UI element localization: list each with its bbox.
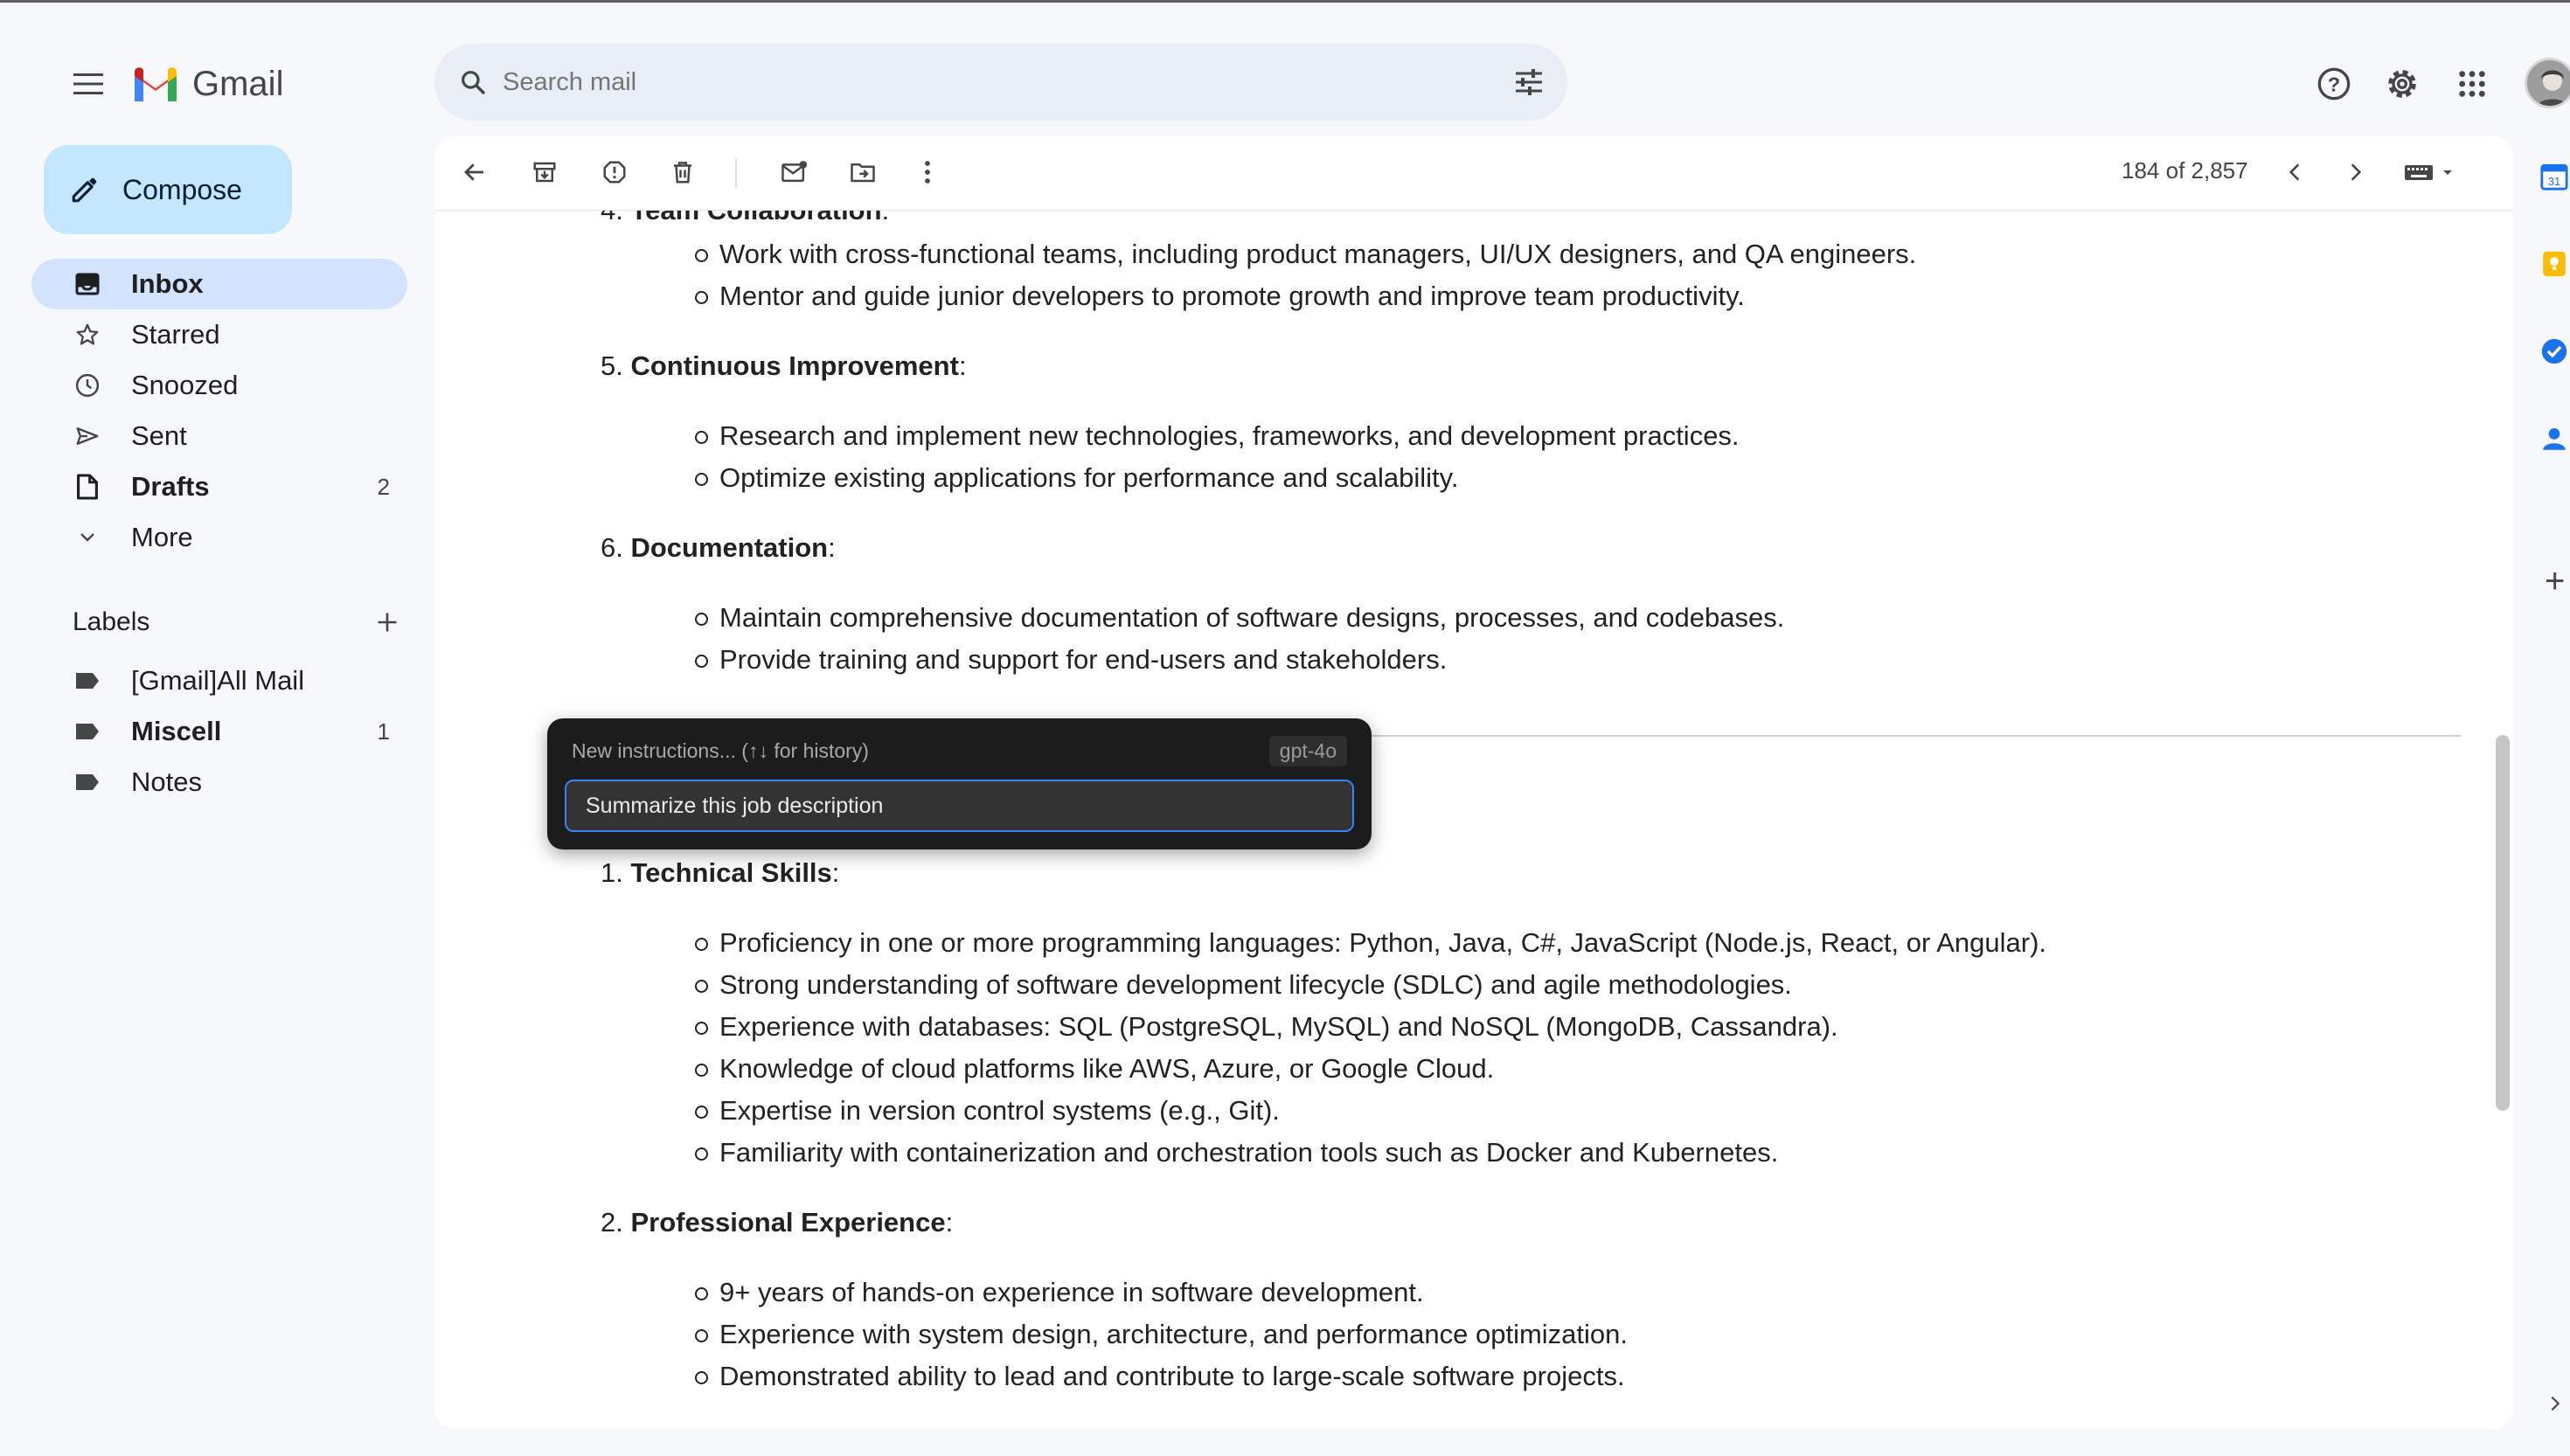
svg-text:?: ? <box>2328 73 2340 95</box>
window-top-border <box>0 0 2570 3</box>
compose-label: Compose <box>122 173 242 205</box>
sidebar-item-label: Snoozed <box>131 370 239 400</box>
move-to-folder-icon[interactable] <box>842 151 884 193</box>
list-item: Familiarity with containerization and or… <box>694 1137 1779 1168</box>
list-item: 9+ years of hands-on experience in softw… <box>695 1277 1424 1307</box>
older-chevron-right-icon[interactable] <box>2335 151 2377 193</box>
instruction-hint: New instructions... (↑↓ for history) <box>572 739 869 762</box>
section-heading: 4. Team Collaboration: <box>601 211 889 226</box>
list-item: Optimize existing applications for perfo… <box>694 462 1459 493</box>
get-addons-plus-icon[interactable]: + <box>2545 562 2565 601</box>
message-toolbar: 184 of 2,857 <box>434 135 2513 211</box>
archive-icon[interactable] <box>524 151 566 193</box>
help-icon[interactable]: ? <box>2313 63 2355 105</box>
labels-header: Labels <box>73 603 405 641</box>
inbox-icon <box>73 270 101 298</box>
hamburger-icon <box>73 73 103 94</box>
compose-button[interactable]: Compose <box>44 145 292 234</box>
label-tag-icon <box>73 667 101 695</box>
sidebar-item-label: Sent <box>131 420 187 451</box>
list-item: Demonstrated ability to lead and contrib… <box>695 1361 1625 1391</box>
tasks-icon[interactable] <box>2539 336 2569 366</box>
label-tag-icon <box>73 718 101 745</box>
add-label-icon[interactable] <box>370 605 405 640</box>
newer-chevron-left-icon[interactable] <box>2274 151 2316 193</box>
sidebar-item-more[interactable]: More <box>31 512 407 563</box>
sidebar-item-label: Inbox <box>131 268 204 299</box>
sidebar-item-starred[interactable]: Starred <box>31 309 407 360</box>
gmail-m-icon <box>135 67 177 101</box>
clock-icon <box>73 371 101 399</box>
settings-gear-icon[interactable] <box>2381 63 2423 105</box>
list-item: Proficiency in one or more programming l… <box>694 927 2047 958</box>
star-icon <box>73 321 101 349</box>
sidebar-item-label: Drafts <box>131 471 210 502</box>
ai-instruction-popup: New instructions... (↑↓ for history) gpt… <box>547 718 1372 849</box>
list-item: Knowledge of cloud platforms like AWS, A… <box>694 1053 1495 1084</box>
input-tools-keyboard-icon[interactable] <box>2396 151 2466 193</box>
pagination-count: 184 of 2,857 <box>2122 157 2248 184</box>
show-side-panel-chevron-icon[interactable] <box>2548 1394 2562 1418</box>
side-panel: 31 + <box>2513 135 2570 1456</box>
list-item: Work with cross-functional teams, includ… <box>694 239 1917 269</box>
sidebar-item-snoozed[interactable]: Snoozed <box>31 360 407 411</box>
sidebar-nav: Inbox Starred Snoozed Sent Drafts 2 More <box>31 259 407 563</box>
message-scrollbar[interactable] <box>2496 211 2513 1429</box>
delete-trash-icon[interactable] <box>662 151 704 193</box>
search-input[interactable] <box>503 44 1464 121</box>
report-spam-icon[interactable] <box>594 151 636 193</box>
sidebar-item-inbox[interactable]: Inbox <box>31 259 407 309</box>
search-bar[interactable] <box>434 44 1567 121</box>
drafts-count: 2 <box>377 473 390 500</box>
search-options-icon[interactable] <box>1510 63 1548 101</box>
list-item: Strong understanding of software develop… <box>695 969 1792 1000</box>
toolbar-divider <box>735 158 737 188</box>
list-item: Provide training and support for end-use… <box>694 644 1448 675</box>
label-item-notes[interactable]: Notes <box>31 757 407 808</box>
sidebar-item-sent[interactable]: Sent <box>31 411 407 461</box>
list-item: Expertise in version control systems (e.… <box>695 1095 1280 1126</box>
list-item: Experience with databases: SQL (PostgreS… <box>695 1011 1838 1042</box>
draft-icon <box>73 473 101 501</box>
more-options-icon[interactable] <box>906 151 948 193</box>
instruction-input[interactable]: Summarize this job description <box>565 780 1354 832</box>
list-item: Maintain comprehensive documentation of … <box>694 602 1785 633</box>
section-heading: 5. Continuous Improvement: <box>601 350 967 381</box>
labels-list: [Gmail]All Mail Miscell 1 Notes <box>31 655 407 808</box>
list-item: Mentor and guide junior developers to pr… <box>695 281 1745 311</box>
list-item: Experience with system design, architect… <box>695 1319 1628 1349</box>
apps-grid-icon[interactable] <box>2451 63 2493 105</box>
labels-title: Labels <box>73 607 150 636</box>
chevron-down-icon <box>73 523 101 551</box>
gmail-logo[interactable]: Gmail <box>131 61 283 107</box>
section-heading: 1. Technical Skills: <box>601 857 840 888</box>
section-heading: 2. Professional Experience: <box>601 1207 954 1238</box>
app-name: Gmail <box>192 64 284 103</box>
sidebar-item-label: More <box>131 522 193 552</box>
search-icon[interactable] <box>454 63 492 101</box>
keep-notes-icon[interactable] <box>2539 249 2569 279</box>
section-heading: 6. Documentation: <box>601 532 836 563</box>
main-menu-button[interactable] <box>66 61 111 107</box>
label-item-miscell[interactable]: Miscell 1 <box>31 706 407 757</box>
send-icon <box>73 422 101 450</box>
label-name: Miscell <box>131 716 222 746</box>
sidebar-item-drafts[interactable]: Drafts 2 <box>31 461 407 512</box>
model-badge[interactable]: gpt-4o <box>1268 736 1347 766</box>
list-item: Research and implement new technologies,… <box>695 420 1740 451</box>
svg-text:31: 31 <box>2548 175 2560 188</box>
label-tag-icon <box>73 768 101 796</box>
sidebar-item-label: Starred <box>131 319 220 350</box>
label-count: 1 <box>377 718 390 745</box>
scrollbar-thumb[interactable] <box>2496 735 2510 1111</box>
label-item-all-mail[interactable]: [Gmail]All Mail <box>31 655 407 706</box>
label-name: Notes <box>131 766 202 797</box>
mark-unread-icon[interactable] <box>774 151 816 193</box>
contacts-icon[interactable] <box>2539 424 2569 454</box>
pencil-icon <box>72 177 97 203</box>
back-arrow-icon[interactable] <box>454 151 496 193</box>
label-name: [Gmail]All Mail <box>131 665 305 696</box>
account-avatar[interactable] <box>2525 58 2570 108</box>
calendar-icon[interactable]: 31 <box>2539 162 2569 191</box>
